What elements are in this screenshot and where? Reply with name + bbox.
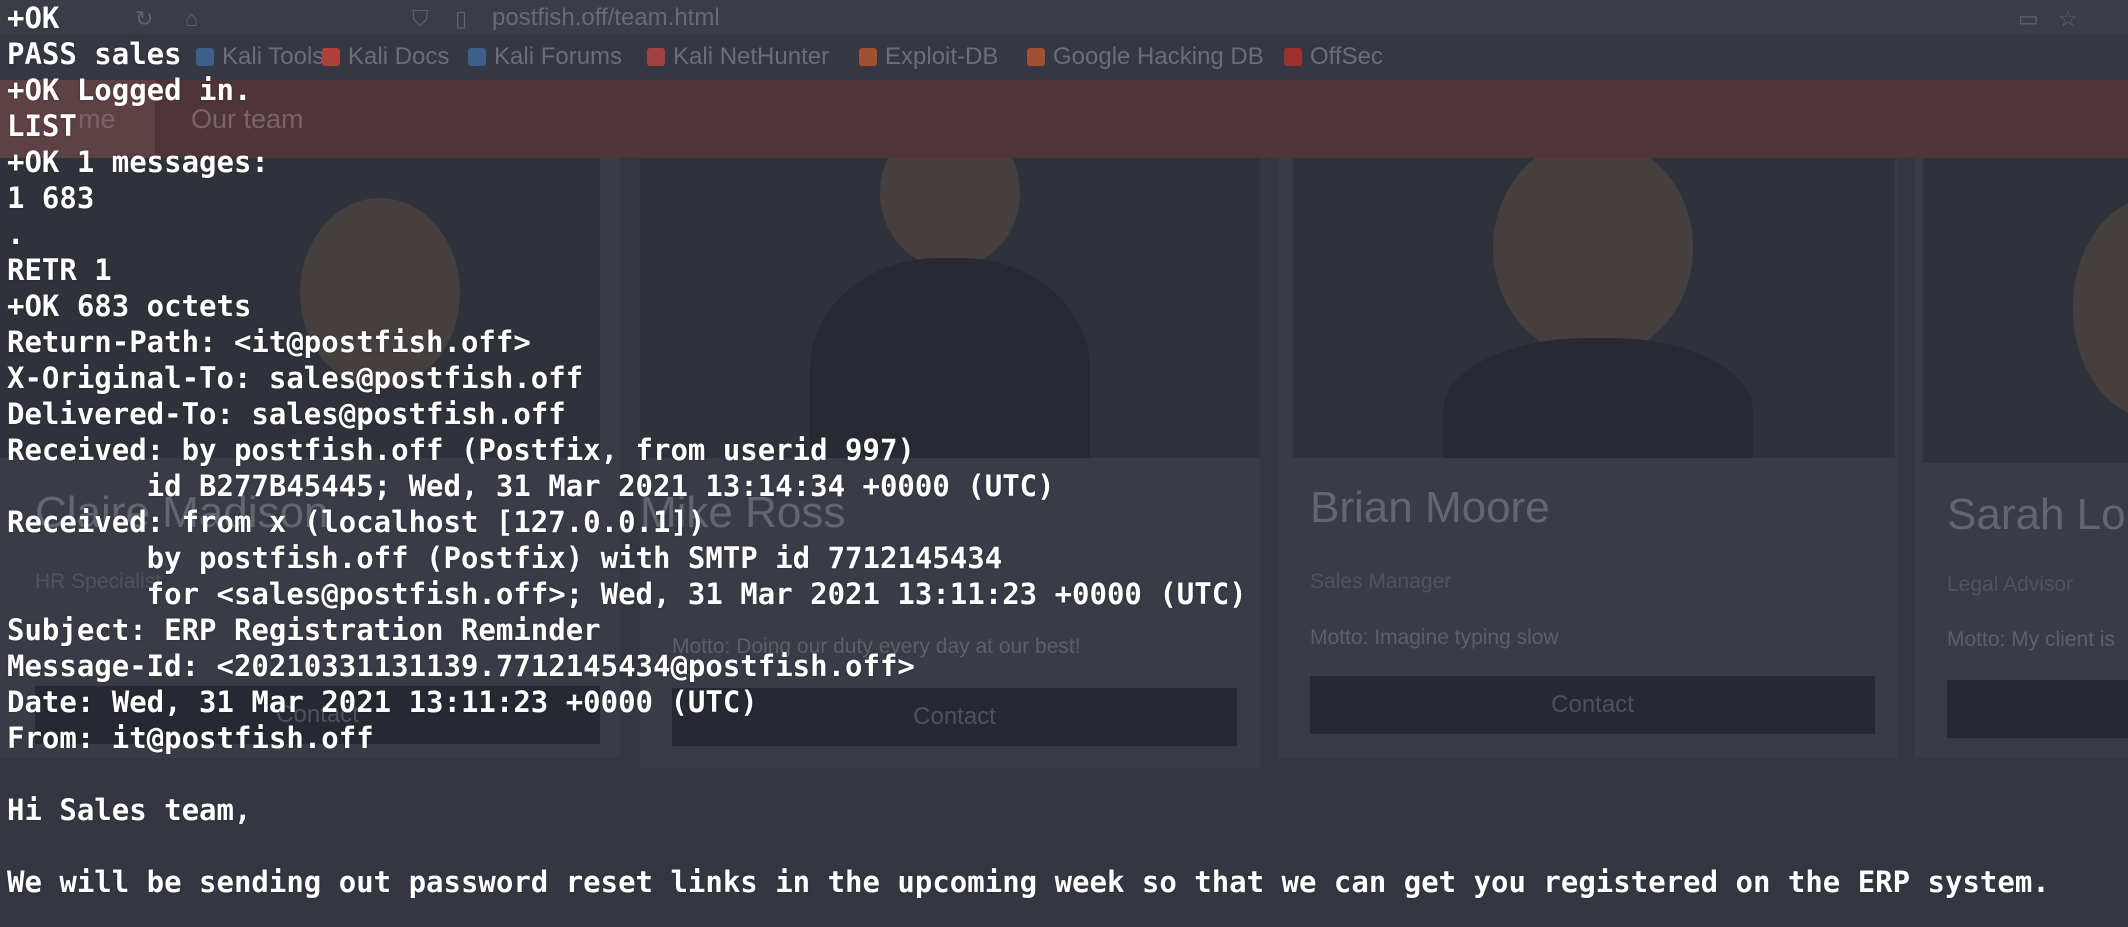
terminal-line: by postfish.off (Postfix) with SMTP id 7… [7, 541, 1003, 575]
terminal-line: Date: Wed, 31 Mar 2021 13:11:23 +0000 (U… [7, 685, 758, 719]
terminal-line: 1 683 [7, 181, 95, 215]
terminal-line: PASS sales [7, 37, 182, 71]
terminal-line: +OK [7, 1, 60, 35]
terminal-line: +OK 683 octets [7, 289, 252, 323]
terminal-line: Return-Path: <it@postfish.off> [7, 325, 531, 359]
terminal-line: Message-Id: <20210331131139.7712145434@p… [7, 649, 915, 683]
terminal-line: . [7, 217, 25, 251]
terminal-line: for <sales@postfish.off>; Wed, 31 Mar 20… [7, 577, 1247, 611]
terminal-line: Received: by postfish.off (Postfix, from… [7, 433, 915, 467]
terminal-line: We will be sending out password reset li… [7, 865, 2050, 899]
terminal-line: +OK 1 messages: [7, 145, 269, 179]
terminal-line: Subject: ERP Registration Reminder [7, 613, 601, 647]
terminal-line: +OK Logged in. [7, 73, 252, 107]
terminal-output[interactable]: +OK PASS sales +OK Logged in. LIST +OK 1 mes… [0, 0, 2128, 927]
terminal-line: Received: from x (localhost [127.0.0.1]) [7, 505, 706, 539]
terminal-line: From: it@postfish.off [7, 721, 374, 755]
terminal-line: X-Original-To: sales@postfish.off [7, 361, 584, 395]
terminal-line: Hi Sales team, [7, 793, 252, 827]
terminal-line: RETR 1 [7, 253, 112, 287]
terminal-line: Delivered-To: sales@postfish.off [7, 397, 566, 431]
terminal-line: LIST [7, 109, 77, 143]
terminal-line: id B277B45445; Wed, 31 Mar 2021 13:14:34… [7, 469, 1055, 503]
